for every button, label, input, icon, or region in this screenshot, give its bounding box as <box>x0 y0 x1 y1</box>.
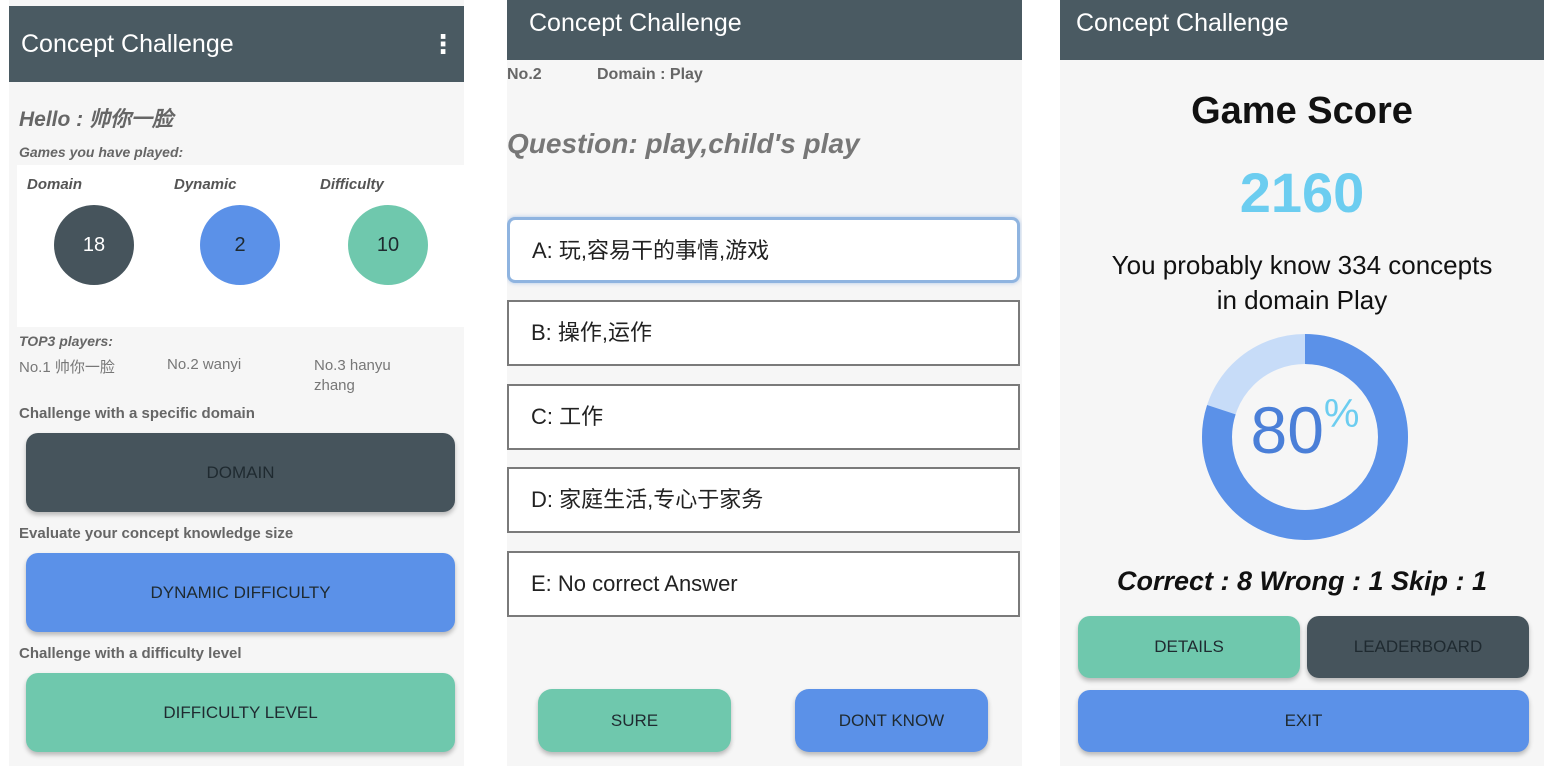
stat-label-difficulty: Difficulty <box>320 176 384 193</box>
game-score-heading: Game Score <box>1191 90 1413 132</box>
stat-label-domain: Domain <box>27 176 83 193</box>
question-number: No.2 <box>507 66 542 83</box>
caption-difficulty: Challenge with a difficulty level <box>19 645 242 662</box>
top3-label: TOP3 players: <box>19 333 113 349</box>
stats-panel: Domain Dynamic Difficulty 18 2 10 <box>17 165 464 327</box>
question-text: Question: play,child's play <box>507 128 860 159</box>
home-screen: Concept Challenge ⋮ Hello : 帅你一脸 Games y… <box>9 0 464 766</box>
result-summary: Correct : 8 Wrong : 1 Skip : 1 <box>1116 566 1488 596</box>
more-vert-icon[interactable]: ⋮ <box>430 6 456 82</box>
top3-player-3: No.3 hanyu zhang <box>314 357 391 394</box>
knowledge-message-line2: in domain Play <box>1216 285 1388 315</box>
option-c[interactable]: C: 工作 <box>507 384 1020 450</box>
games-played-label: Games you have played: <box>19 144 184 160</box>
leaderboard-button[interactable]: LEADERBOARD <box>1307 616 1529 678</box>
option-a[interactable]: A: 玩,容易干的事情,游戏 <box>507 217 1020 283</box>
details-button[interactable]: DETAILS <box>1078 616 1300 678</box>
caption-dynamic: Evaluate your concept knowledge size <box>19 525 294 542</box>
score-app-bar: Concept Challenge <box>1060 0 1544 60</box>
percent-label: 80% <box>1200 392 1410 468</box>
option-b[interactable]: B: 操作,运作 <box>507 300 1020 366</box>
knowledge-message-line1: You probably know 334 concepts <box>1111 250 1493 280</box>
app-title: Concept Challenge <box>1076 9 1289 37</box>
score-value: 2160 <box>1239 161 1365 224</box>
percent-sign: % <box>1323 392 1360 436</box>
stat-circle-difficulty: 10 <box>348 205 428 285</box>
quiz-app-bar: Concept Challenge <box>507 0 1022 60</box>
question-domain: Domain : Play <box>597 66 703 83</box>
caption-domain: Challenge with a specific domain <box>19 405 255 422</box>
score-screen: Concept Challenge Game Score 2160 You pr… <box>1060 0 1544 766</box>
domain-button[interactable]: DOMAIN <box>26 433 455 512</box>
difficulty-level-button[interactable]: DIFFICULTY LEVEL <box>26 673 455 752</box>
top3-player-1: No.1 帅你一脸 <box>19 359 115 376</box>
exit-button[interactable]: EXIT <box>1078 690 1529 752</box>
stat-circle-domain: 18 <box>54 205 134 285</box>
sure-button[interactable]: SURE <box>538 689 731 752</box>
quiz-screen: Concept Challenge No.2 Domain : Play Que… <box>507 0 1022 766</box>
percent-number: 80 <box>1250 393 1324 467</box>
option-d[interactable]: D: 家庭生活,专心于家务 <box>507 467 1020 533</box>
greeting: Hello : 帅你一脸 <box>19 108 174 131</box>
dont-know-button[interactable]: DONT KNOW <box>795 689 988 752</box>
app-title: Concept Challenge <box>21 30 234 58</box>
stat-circle-dynamic: 2 <box>200 205 280 285</box>
stat-label-dynamic: Dynamic <box>174 176 237 193</box>
dynamic-difficulty-button[interactable]: DYNAMIC DIFFICULTY <box>26 553 455 632</box>
option-e[interactable]: E: No correct Answer <box>507 551 1020 617</box>
top3-player-2: No.2 wanyi <box>167 356 242 373</box>
app-title: Concept Challenge <box>529 9 742 37</box>
home-app-bar: Concept Challenge ⋮ <box>9 6 464 82</box>
